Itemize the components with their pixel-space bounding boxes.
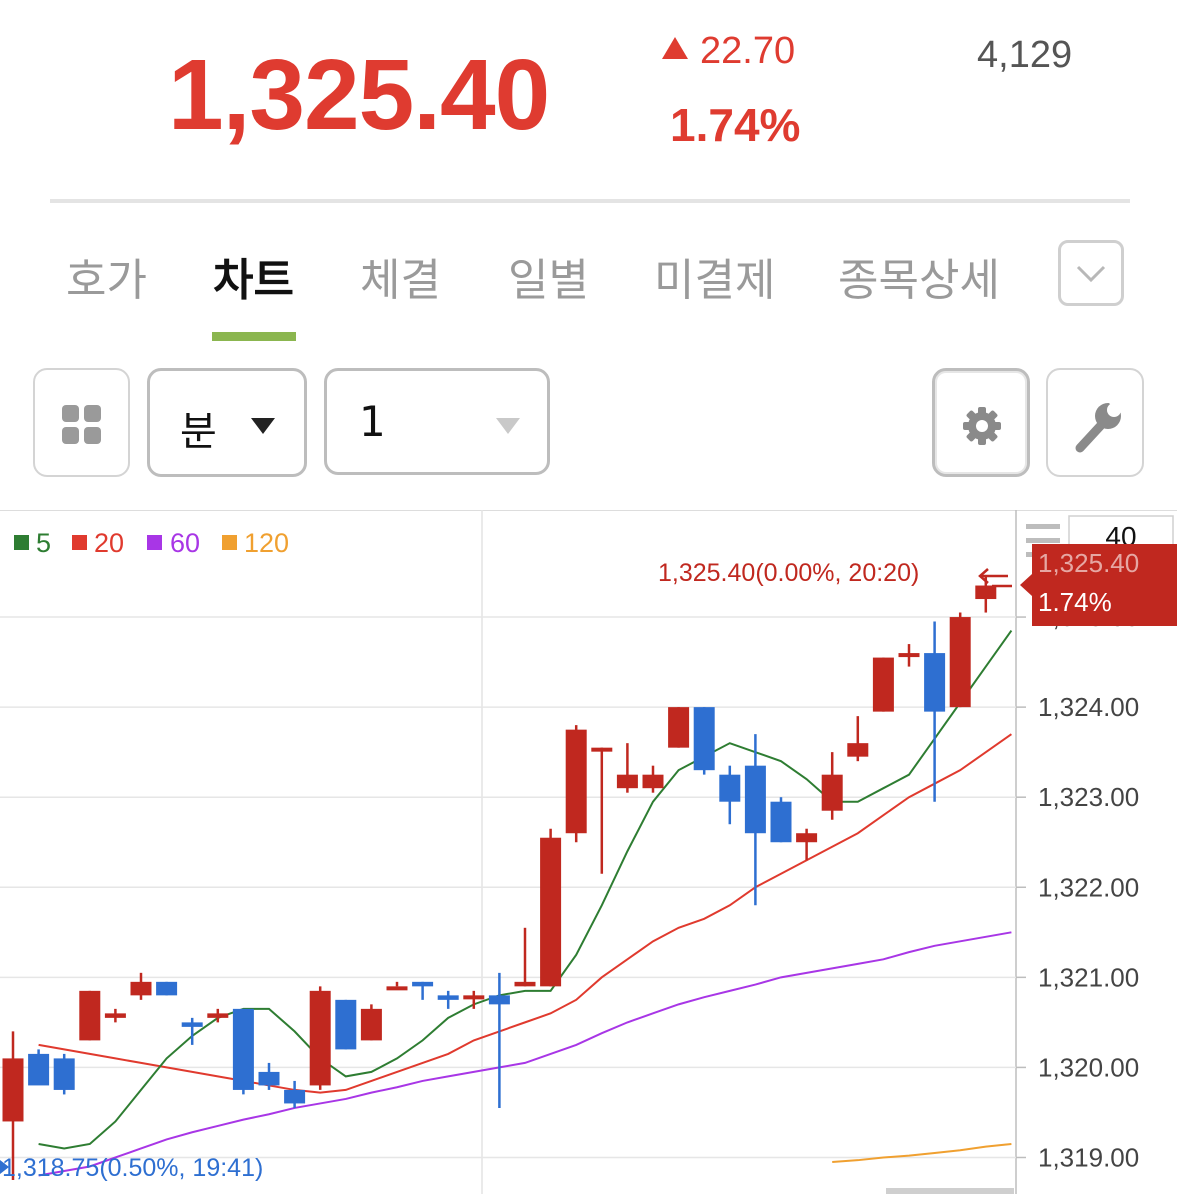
candle-body — [258, 1071, 280, 1086]
candle-body — [360, 1008, 382, 1041]
candle-body — [693, 707, 715, 771]
candle-body — [130, 981, 152, 996]
legend-swatch-ma5 — [14, 535, 29, 550]
candle-body — [770, 801, 792, 843]
candle-body — [463, 995, 485, 1000]
candle-body — [28, 1053, 50, 1086]
tab-daily[interactable]: 일별 — [508, 244, 589, 308]
candle-body — [181, 1022, 203, 1027]
candles — [2, 576, 997, 1180]
chart-toolbar: 분 1 — [0, 365, 1177, 480]
up-triangle-icon — [662, 37, 688, 59]
price-change: 22.70 — [662, 30, 795, 73]
candle-body — [232, 1008, 254, 1090]
legend-label-ma60: 60 — [170, 528, 200, 558]
candle-body — [591, 747, 613, 752]
wrench-icon — [1075, 395, 1124, 453]
candle-body — [156, 981, 178, 996]
candle-body — [386, 986, 408, 991]
quote-header: 1,325.40 22.70 1.74% 4,129 — [0, 0, 1177, 200]
dropdown-arrow-icon — [496, 418, 520, 434]
candle-body — [719, 774, 741, 802]
candlestick-chart[interactable]: 1,325.001,324.001,323.001,322.001,321.00… — [0, 510, 1177, 1194]
candle-body — [514, 981, 536, 987]
legend-label-ma5: 5 — [36, 528, 51, 558]
period-value: 1 — [359, 397, 386, 446]
candle-body — [412, 981, 434, 987]
tab-trades[interactable]: 체결 — [360, 244, 441, 308]
candle-body — [53, 1058, 75, 1090]
candle-body — [821, 774, 843, 811]
y-tick-label: 1,319.00 — [1038, 1142, 1139, 1172]
active-tab-indicator — [212, 332, 296, 341]
candle-body — [668, 707, 690, 748]
price-axis: 1,325.001,324.001,323.001,322.001,321.00… — [1016, 602, 1139, 1172]
candle-body — [335, 999, 357, 1050]
period-value-select[interactable]: 1 — [324, 368, 550, 475]
legend-label-ma120: 120 — [244, 528, 289, 558]
tab-details[interactable]: 종목상세 — [838, 244, 1000, 308]
candle-body — [642, 774, 664, 789]
chart-top-border — [0, 510, 1177, 511]
ma20-line — [38, 733, 1012, 1094]
chevron-down-icon — [1076, 265, 1106, 283]
ma120-line — [832, 1142, 1012, 1163]
candle-body — [975, 585, 997, 600]
price-change-value: 22.70 — [700, 30, 796, 72]
settings-button[interactable] — [932, 368, 1030, 477]
last-price-tag-price: 1,325.40 — [1038, 548, 1139, 578]
legend-label-ma20: 20 — [94, 528, 124, 558]
volume: 4,129 — [977, 34, 1073, 76]
y-tick-label: 1,324.00 — [1038, 692, 1139, 722]
tab-orderbook[interactable]: 호가 — [66, 244, 147, 308]
candle-body — [437, 995, 459, 1000]
y-tick-label: 1,321.00 — [1038, 962, 1139, 992]
low-annotation: 1,318.75(0.50%, 19:41) — [2, 1154, 263, 1182]
candle-body — [2, 1058, 24, 1122]
last-price-tag: 1,325.40 1.74% — [1020, 544, 1177, 626]
tab-bar: 호가 차트 체결 일별 미결제 종목상세 — [0, 230, 1177, 341]
candle-body — [872, 657, 894, 712]
period-unit-select[interactable]: 분 — [147, 368, 307, 477]
y-tick-label: 1,323.00 — [1038, 782, 1139, 812]
legend-swatch-ma20 — [72, 535, 87, 550]
current-price: 1,325.40 — [168, 39, 550, 151]
tab-chart[interactable]: 차트 — [213, 244, 294, 308]
legend-swatch-ma60 — [147, 535, 162, 550]
legend: 5 20 60 120 — [14, 528, 289, 558]
candle-body — [924, 653, 946, 712]
tab-open-interest[interactable]: 미결제 — [654, 244, 775, 308]
last-price-tag-pct: 1.74% — [1038, 587, 1112, 617]
candle-body — [744, 765, 766, 834]
period-unit-value: 분 — [180, 409, 217, 455]
candle-body — [488, 995, 510, 1005]
high-annotation: 1,325.40(0.00%, 20:20) — [658, 559, 919, 587]
y-tick-label: 1,322.00 — [1038, 872, 1139, 902]
candle-body — [796, 833, 818, 843]
candle-body — [540, 837, 562, 987]
chart-grid — [0, 510, 1177, 1194]
candle-body — [847, 743, 869, 757]
candle-body — [207, 1013, 229, 1018]
candle-body — [898, 653, 920, 658]
tools-button[interactable] — [1046, 368, 1144, 477]
candle-body — [309, 990, 331, 1086]
grid-icon — [62, 405, 101, 444]
candle-body — [565, 729, 587, 834]
y-tick-label: 1,320.00 — [1038, 1052, 1139, 1082]
divider — [50, 199, 1130, 203]
gear-icon — [963, 407, 1001, 445]
candle-body — [616, 774, 638, 789]
legend-swatch-ma120 — [222, 535, 237, 550]
candle-body — [284, 1089, 306, 1104]
candle-body — [104, 1013, 126, 1018]
candle-body — [79, 990, 101, 1041]
candle-body — [949, 617, 971, 708]
price-change-percent: 1.74% — [670, 99, 801, 151]
layout-button[interactable] — [33, 368, 130, 477]
dropdown-arrow-icon — [251, 418, 275, 434]
scroll-thumb[interactable] — [886, 1188, 1014, 1194]
moving-average-lines — [38, 629, 1013, 1177]
more-tabs-button[interactable] — [1058, 240, 1124, 306]
